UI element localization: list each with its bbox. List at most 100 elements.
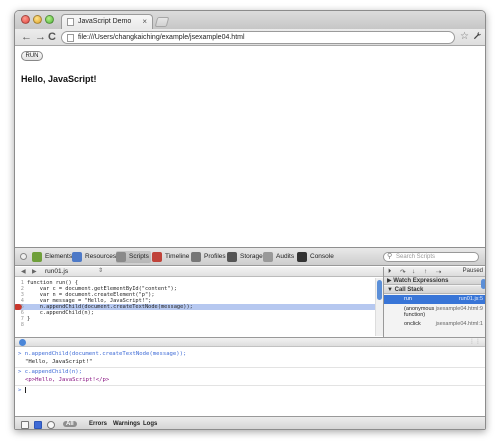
hello-paragraph: Hello, JavaScript!	[21, 74, 97, 84]
source-code-view[interactable]: 1 function run() { 2 var c = document.get…	[15, 278, 375, 336]
console-toggle-icon[interactable]	[34, 421, 42, 429]
prompt-icon: >	[18, 351, 22, 357]
call-frame-location-wrap: jsexample04.html:9	[384, 305, 485, 319]
console-command: > n.appendChild(document.createTextNode(…	[18, 351, 478, 358]
console-divider	[15, 367, 485, 368]
resize-handle-icon[interactable]: ⋮⋮	[469, 338, 481, 345]
tab-label: Elements	[45, 253, 73, 260]
script-nav-bar: ◀ ▶ run01.js ⇕	[15, 267, 383, 277]
search-scripts-input[interactable]: ⚲ Search Scripts	[383, 252, 479, 262]
profiles-icon	[191, 252, 201, 262]
wrench-menu-icon[interactable]	[473, 31, 482, 43]
search-placeholder: Search Scripts	[396, 254, 436, 260]
storage-icon	[227, 252, 237, 262]
dock-to-window-icon[interactable]	[21, 421, 29, 429]
tab-audits[interactable]: Audits	[263, 251, 294, 263]
reload-icon[interactable]: C	[48, 31, 56, 43]
sidebar-scrollbar[interactable]	[481, 279, 485, 289]
browser-window: JavaScript Demo × ← → C file:///Users/ch…	[14, 10, 486, 430]
tab-label: Console	[310, 253, 334, 260]
elements-icon	[32, 252, 42, 262]
console-drawer-header: ⋮⋮	[15, 337, 485, 347]
command-text: c.appendChild(n);	[24, 369, 83, 375]
clear-console-icon[interactable]	[47, 421, 55, 429]
call-frame[interactable]: run run01.js:5	[384, 295, 485, 304]
frame-function: run	[404, 296, 412, 302]
minimize-window-button[interactable]	[33, 15, 42, 24]
audits-icon	[263, 252, 273, 262]
forward-arrow-icon[interactable]: ▶	[32, 268, 37, 275]
tab-label: Storage	[240, 253, 263, 260]
new-tab-button[interactable]	[154, 17, 170, 27]
back-arrow-icon[interactable]: ◀	[21, 268, 26, 275]
line-number: 8	[20, 322, 24, 328]
filter-all-button[interactable]: All	[63, 421, 77, 427]
debugger-status: Paused	[462, 268, 483, 274]
result-text: <p>Hello, JavaScript!</p>	[25, 377, 110, 383]
deactivate-breakpoints-icon[interactable]: ⇢	[436, 268, 441, 276]
prompt-icon: >	[18, 369, 22, 375]
tab-elements[interactable]: Elements	[32, 251, 72, 263]
console-input[interactable]: >	[18, 387, 478, 395]
tab-close-icon[interactable]: ×	[142, 17, 147, 26]
tab-resources[interactable]: Resources	[72, 251, 116, 263]
console-divider	[15, 385, 485, 386]
resources-icon	[72, 252, 82, 262]
run-button[interactable]: RUN	[21, 51, 43, 61]
step-out-icon[interactable]: ↑	[424, 268, 427, 275]
debugger-controls: ⏵ ↷ ↓ ↑ ⇢ Paused	[384, 267, 485, 277]
browser-toolbar: ← → C file:///Users/changkaiching/exampl…	[15, 29, 485, 46]
back-icon[interactable]: ←	[21, 31, 32, 43]
select-caret-icon: ⇕	[97, 268, 103, 274]
search-icon: ⚲	[387, 253, 393, 260]
tab-title: JavaScript Demo	[78, 18, 132, 25]
script-file-select[interactable]: run01.js ⇕	[45, 267, 103, 276]
forward-icon[interactable]: →	[35, 31, 46, 43]
page-icon	[67, 18, 74, 26]
browser-tab[interactable]: JavaScript Demo ×	[61, 14, 153, 29]
bookmark-star-icon[interactable]: ☆	[460, 31, 469, 42]
tab-scripts[interactable]: Scripts	[116, 251, 151, 263]
scroll-thumb[interactable]	[377, 280, 382, 300]
page-content: RUN Hello, JavaScript!	[15, 47, 485, 247]
filter-logs-button[interactable]: Logs	[143, 421, 157, 427]
tab-label: Timeline	[165, 253, 190, 260]
scripts-icon	[116, 252, 126, 262]
filter-errors-button[interactable]: Errors	[89, 421, 107, 427]
tab-profiles[interactable]: Profiles	[191, 251, 226, 263]
address-bar[interactable]: file:///Users/changkaiching/example/jsex…	[61, 31, 455, 44]
code-scrollbar[interactable]	[375, 278, 383, 336]
zoom-window-button[interactable]	[45, 15, 54, 24]
code-line: 8	[15, 322, 375, 328]
tab-timeline[interactable]: Timeline	[152, 251, 189, 263]
url-text[interactable]: file:///Users/changkaiching/example/jsex…	[78, 34, 245, 41]
pause-resume-icon[interactable]: ⏵	[388, 268, 391, 276]
filter-warnings-button[interactable]: Warnings	[113, 421, 140, 427]
page-icon	[67, 34, 74, 42]
step-into-icon[interactable]: ↓	[412, 268, 415, 275]
tab-console[interactable]: Console	[297, 251, 334, 263]
close-window-button[interactable]	[21, 15, 30, 24]
tab-label: Scripts	[129, 253, 149, 260]
console-output[interactable]: > n.appendChild(document.createTextNode(…	[15, 348, 485, 416]
frame-location: jsexample04.html:9	[435, 306, 483, 312]
console-result: <p>Hello, JavaScript!</p>	[25, 377, 485, 384]
console-command: > c.appendChild(n);	[18, 369, 478, 376]
command-text: n.appendChild(document.createTextNode(me…	[24, 351, 187, 357]
script-file-name: run01.js	[45, 268, 69, 275]
devtools-status-bar: All Errors Warnings Logs	[15, 416, 485, 429]
tab-label: Audits	[276, 253, 295, 260]
dock-icon[interactable]	[20, 253, 27, 260]
prompt-icon: >	[18, 387, 22, 394]
call-frame[interactable]: onclick jsexample04.html:1	[384, 320, 485, 329]
tab-strip: JavaScript Demo ×	[15, 11, 485, 29]
timeline-icon	[152, 252, 162, 262]
debugger-sidebar: ⏵ ↷ ↓ ↑ ⇢ Paused ▶ Watch Expressions ▼ C…	[383, 267, 485, 337]
frame-location: jsexample04.html:1	[435, 321, 483, 327]
watch-expressions-header[interactable]: ▶ Watch Expressions	[384, 277, 485, 285]
tab-storage[interactable]: Storage	[227, 251, 263, 263]
devtools-toolbar: Elements Resources Scripts Timeline Prof…	[15, 248, 485, 266]
step-over-icon[interactable]: ↷	[400, 268, 405, 276]
call-stack-header[interactable]: ▼ Call Stack	[384, 286, 485, 294]
console-icon	[19, 339, 26, 346]
